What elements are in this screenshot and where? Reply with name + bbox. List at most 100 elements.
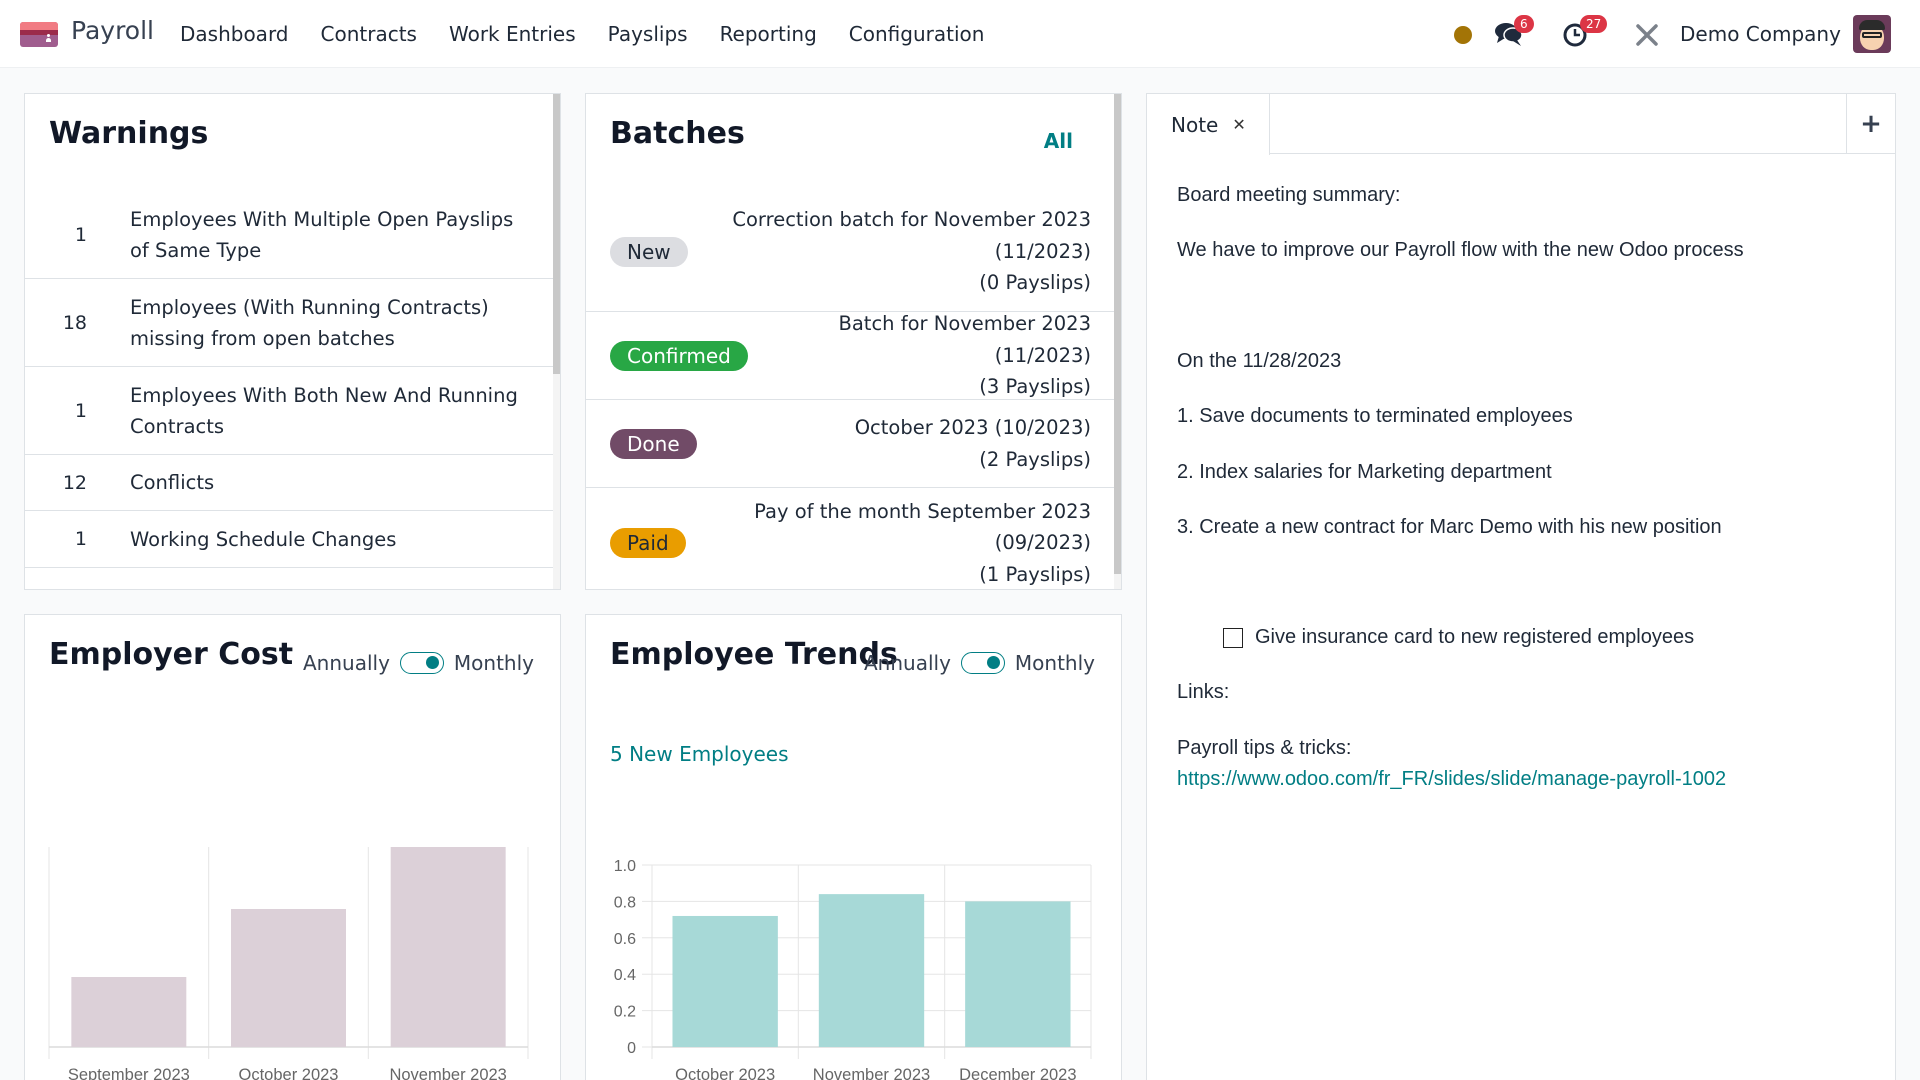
batch-line: (2 Payslips): [979, 447, 1091, 471]
chart-bar: [390, 847, 506, 1047]
batch-status-badge: Paid: [610, 528, 686, 558]
links-label: Links:: [1177, 681, 1230, 703]
note-paragraph: We have to improve our Payroll flow with…: [1177, 239, 1744, 261]
warning-item[interactable]: 12 Conflicts: [25, 455, 555, 511]
warning-item-partial[interactable]: [25, 568, 555, 589]
note-paragraph: 3. Create a new contract for Marc Demo w…: [1177, 516, 1722, 538]
warning-label: Conflicts: [130, 471, 215, 494]
note-paragraph: On the 11/28/2023: [1177, 350, 1342, 372]
warnings-list: 1 Employees With Multiple Open Payslips …: [25, 192, 555, 589]
checklist-checkbox[interactable]: [1223, 627, 1243, 648]
batch-item[interactable]: Paid Pay of the month September 2023 (09/2…: [586, 488, 1116, 589]
y-tick-label: 1.0: [614, 858, 636, 875]
batch-line: Batch for November 2023 (11/2023): [838, 312, 1091, 367]
batch-line: (11/2023): [994, 239, 1091, 263]
employer-cost-chart: September 2023 October 2023 November 2023: [48, 847, 529, 1080]
x-tick-label: October 2023: [675, 1066, 775, 1080]
batch-description: Batch for November 2023 (11/2023) (3 Pays…: [748, 308, 1091, 403]
chart-bar: [672, 915, 778, 1047]
batch-line: (3 Payslips): [979, 375, 1091, 399]
menu-payslips[interactable]: Payslips: [608, 22, 688, 46]
chart-bar: [818, 894, 925, 1047]
batch-item[interactable]: Done October 2023 (10/2023) (2 Payslips): [586, 400, 1116, 488]
status-indicator-icon[interactable]: [1454, 26, 1472, 44]
batches-scrollbar[interactable]: [1114, 94, 1121, 589]
note-paragraph: 1. Save documents to terminated employee…: [1177, 405, 1573, 427]
tips-label: Payroll tips & tricks:: [1177, 737, 1352, 759]
batch-line: (0 Payslips): [979, 271, 1091, 295]
warning-count: 1: [74, 528, 87, 550]
batch-line: (1 Payslips): [979, 562, 1091, 586]
batch-line: October 2023 (10/2023): [854, 416, 1091, 439]
y-tick-label: 0.6: [614, 931, 636, 948]
batches-title: Batches: [610, 116, 745, 151]
menu-configuration[interactable]: Configuration: [849, 22, 985, 46]
batch-status-badge: Done: [610, 428, 697, 459]
x-tick-label: November 2023: [389, 1066, 506, 1080]
chart-bar: [965, 901, 1071, 1047]
warnings-panel: Warnings 1 Employees With Multiple Open …: [24, 93, 561, 590]
batch-description: Correction batch for November 2023 (11/20…: [688, 204, 1091, 299]
checklist-label: Give insurance card to new registered em…: [1255, 626, 1695, 648]
warning-label: Employees With Both New And Running Cont…: [130, 383, 518, 438]
y-tick-label: 0.2: [614, 1004, 636, 1021]
batch-line: Pay of the month September 2023: [754, 499, 1091, 523]
y-tick-label: 0.4: [614, 967, 636, 984]
menu-dashboard[interactable]: Dashboard: [180, 22, 289, 46]
warning-count: 12: [62, 471, 87, 494]
warning-label: Employees (With Running Contracts) missi…: [130, 295, 489, 350]
warning-item[interactable]: 1 Employees With Multiple Open Payslips …: [25, 192, 555, 279]
tab-note[interactable]: Note ✕: [1147, 94, 1270, 155]
payroll-app-icon[interactable]: [20, 22, 58, 47]
warnings-title: Warnings: [49, 116, 209, 151]
y-tick-label: 0.8: [614, 894, 636, 911]
employer-cost-panel: Employer Cost Annually Monthly September…: [24, 614, 561, 1080]
note-paragraph: 2. Index salaries for Marketing departme…: [1177, 461, 1552, 483]
batch-item[interactable]: Confirmed Batch for November 2023 (11/202…: [586, 312, 1116, 400]
tab-note-label: Note: [1171, 112, 1219, 137]
activities-count-badge: 27: [1580, 15, 1608, 33]
all-batches-link[interactable]: All: [1044, 129, 1073, 153]
checklist-item: Give insurance card to new registered em…: [1223, 626, 1694, 649]
note-panel: Note ✕ + Board meeting summary: We have …: [1146, 93, 1896, 1080]
x-tick-label: October 2023: [239, 1066, 339, 1080]
batch-description: October 2023 (10/2023) (2 Payslips): [697, 412, 1091, 475]
top-navbar: Payroll Dashboard Contracts Work Entries…: [0, 0, 1920, 68]
x-tick-label: November 2023: [813, 1066, 930, 1080]
close-icon[interactable]: ✕: [1232, 115, 1245, 134]
warning-item[interactable]: 1 Working Schedule Changes: [25, 511, 555, 568]
warnings-scrollbar[interactable]: [553, 94, 560, 589]
chart-bar: [71, 977, 187, 1047]
batch-status-badge: New: [610, 236, 688, 267]
tips-link[interactable]: https://www.odoo.com/fr_FR/slides/slide/…: [1177, 768, 1726, 791]
menu-reporting[interactable]: Reporting: [720, 22, 817, 46]
company-switcher[interactable]: Demo Company: [1680, 22, 1841, 46]
user-avatar[interactable]: [1853, 15, 1891, 53]
add-note-button[interactable]: +: [1846, 94, 1895, 154]
batch-line: Correction batch for November 2023: [732, 208, 1091, 232]
x-tick-label: September 2023: [68, 1066, 190, 1080]
main-menu: Dashboard Contracts Work Entries Payslip…: [180, 22, 1016, 46]
warning-label: Working Schedule Changes: [130, 527, 397, 551]
warning-label: Employees With Multiple Open Payslips of…: [130, 208, 514, 262]
warning-count: 1: [74, 399, 87, 422]
batch-status-badge: Confirmed: [610, 340, 748, 371]
batches-panel: Batches All New Correction batch for Nove…: [585, 93, 1122, 590]
note-tabs: Note ✕ +: [1147, 94, 1895, 155]
x-tick-label: December 2023: [959, 1066, 1076, 1080]
warning-item[interactable]: 18 Employees (With Running Contracts) mi…: [25, 279, 555, 367]
warning-count: 18: [62, 311, 87, 334]
chart-bar: [231, 909, 346, 1047]
employee-trends-chart: 0 0.2 0.4 0.6 0.8 1.0 October 2023 November 202…: [614, 858, 1092, 1080]
menu-contracts[interactable]: Contracts: [321, 22, 417, 46]
menu-work-entries[interactable]: Work Entries: [449, 22, 576, 46]
note-paragraph: Board meeting summary:: [1177, 184, 1401, 206]
debug-tools-icon[interactable]: [1635, 23, 1659, 47]
warning-count: 1: [74, 224, 87, 246]
warning-item[interactable]: 1 Employees With Both New And Running Co…: [25, 367, 555, 455]
batch-line: (09/2023): [994, 531, 1091, 555]
batch-item[interactable]: New Correction batch for November 2023 (11…: [586, 192, 1116, 312]
batches-list: New Correction batch for November 2023 (11…: [586, 192, 1116, 589]
app-name[interactable]: Payroll: [71, 16, 154, 45]
y-tick-label: 0: [627, 1040, 636, 1057]
